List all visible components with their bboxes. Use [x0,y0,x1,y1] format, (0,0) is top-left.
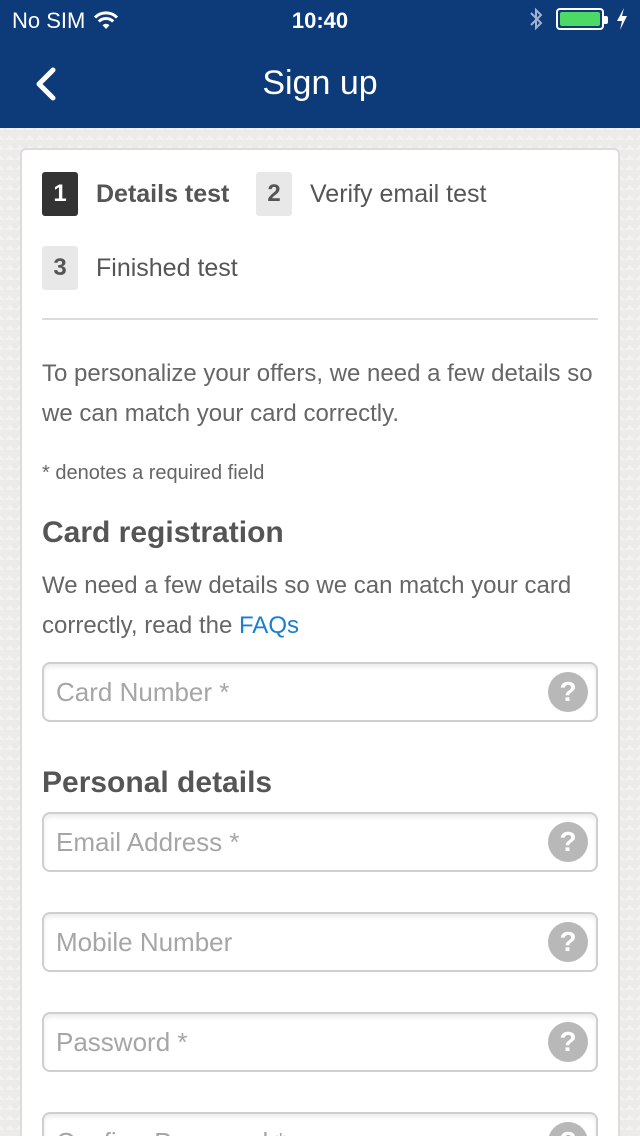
help-icon[interactable]: ? [548,672,588,712]
card-registration-title: Card registration [42,516,284,549]
card-registration-desc-text: We need a few details so we can match yo… [42,572,572,639]
step-label: Verify email test [310,179,487,208]
help-icon[interactable]: ? [548,1022,588,1062]
personal-details-title: Personal details [42,766,273,799]
battery-fill [560,12,600,26]
signup-card: 1 Details test 2 Verify email test 3 Fin… [20,148,620,1136]
faq-link[interactable]: FAQs [239,612,299,639]
mobile-field: ? [42,912,598,972]
step-label: Details test [96,179,230,208]
card-registration-desc: We need a few details so we can match yo… [42,566,598,646]
step-2: 2 Verify email test [256,172,486,216]
step-number: 1 [42,172,78,216]
required-note: * denotes a required field [42,462,265,484]
status-right [528,6,628,32]
confirm-password-field: ? [42,1112,598,1136]
step-3: 3 Finished test [42,246,238,290]
step-1: 1 Details test [42,172,229,216]
mobile-input[interactable] [56,914,536,970]
step-label: Finished test [96,253,238,282]
battery-tip [604,16,608,24]
status-bar: No SIM 10:40 [0,0,640,40]
page-title: Sign up [262,64,378,102]
bluetooth-icon [530,7,543,31]
help-icon[interactable]: ? [548,1122,588,1136]
email-input[interactable] [56,814,536,870]
step-number: 2 [256,172,292,216]
password-field: ? [42,1012,598,1072]
card-number-input[interactable] [56,664,536,720]
step-number: 3 [42,246,78,290]
charging-bolt-icon [617,8,627,30]
password-input[interactable] [56,1014,536,1070]
help-icon[interactable]: ? [548,922,588,962]
email-field: ? [42,812,598,872]
help-icon[interactable]: ? [548,822,588,862]
divider [42,318,598,320]
intro-text: To personalize your offers, we need a fe… [42,360,593,427]
battery-icon [556,8,608,30]
nav-bar: Sign up [0,40,640,128]
confirm-password-input[interactable] [56,1114,536,1136]
card-number-field: ? [42,662,598,722]
